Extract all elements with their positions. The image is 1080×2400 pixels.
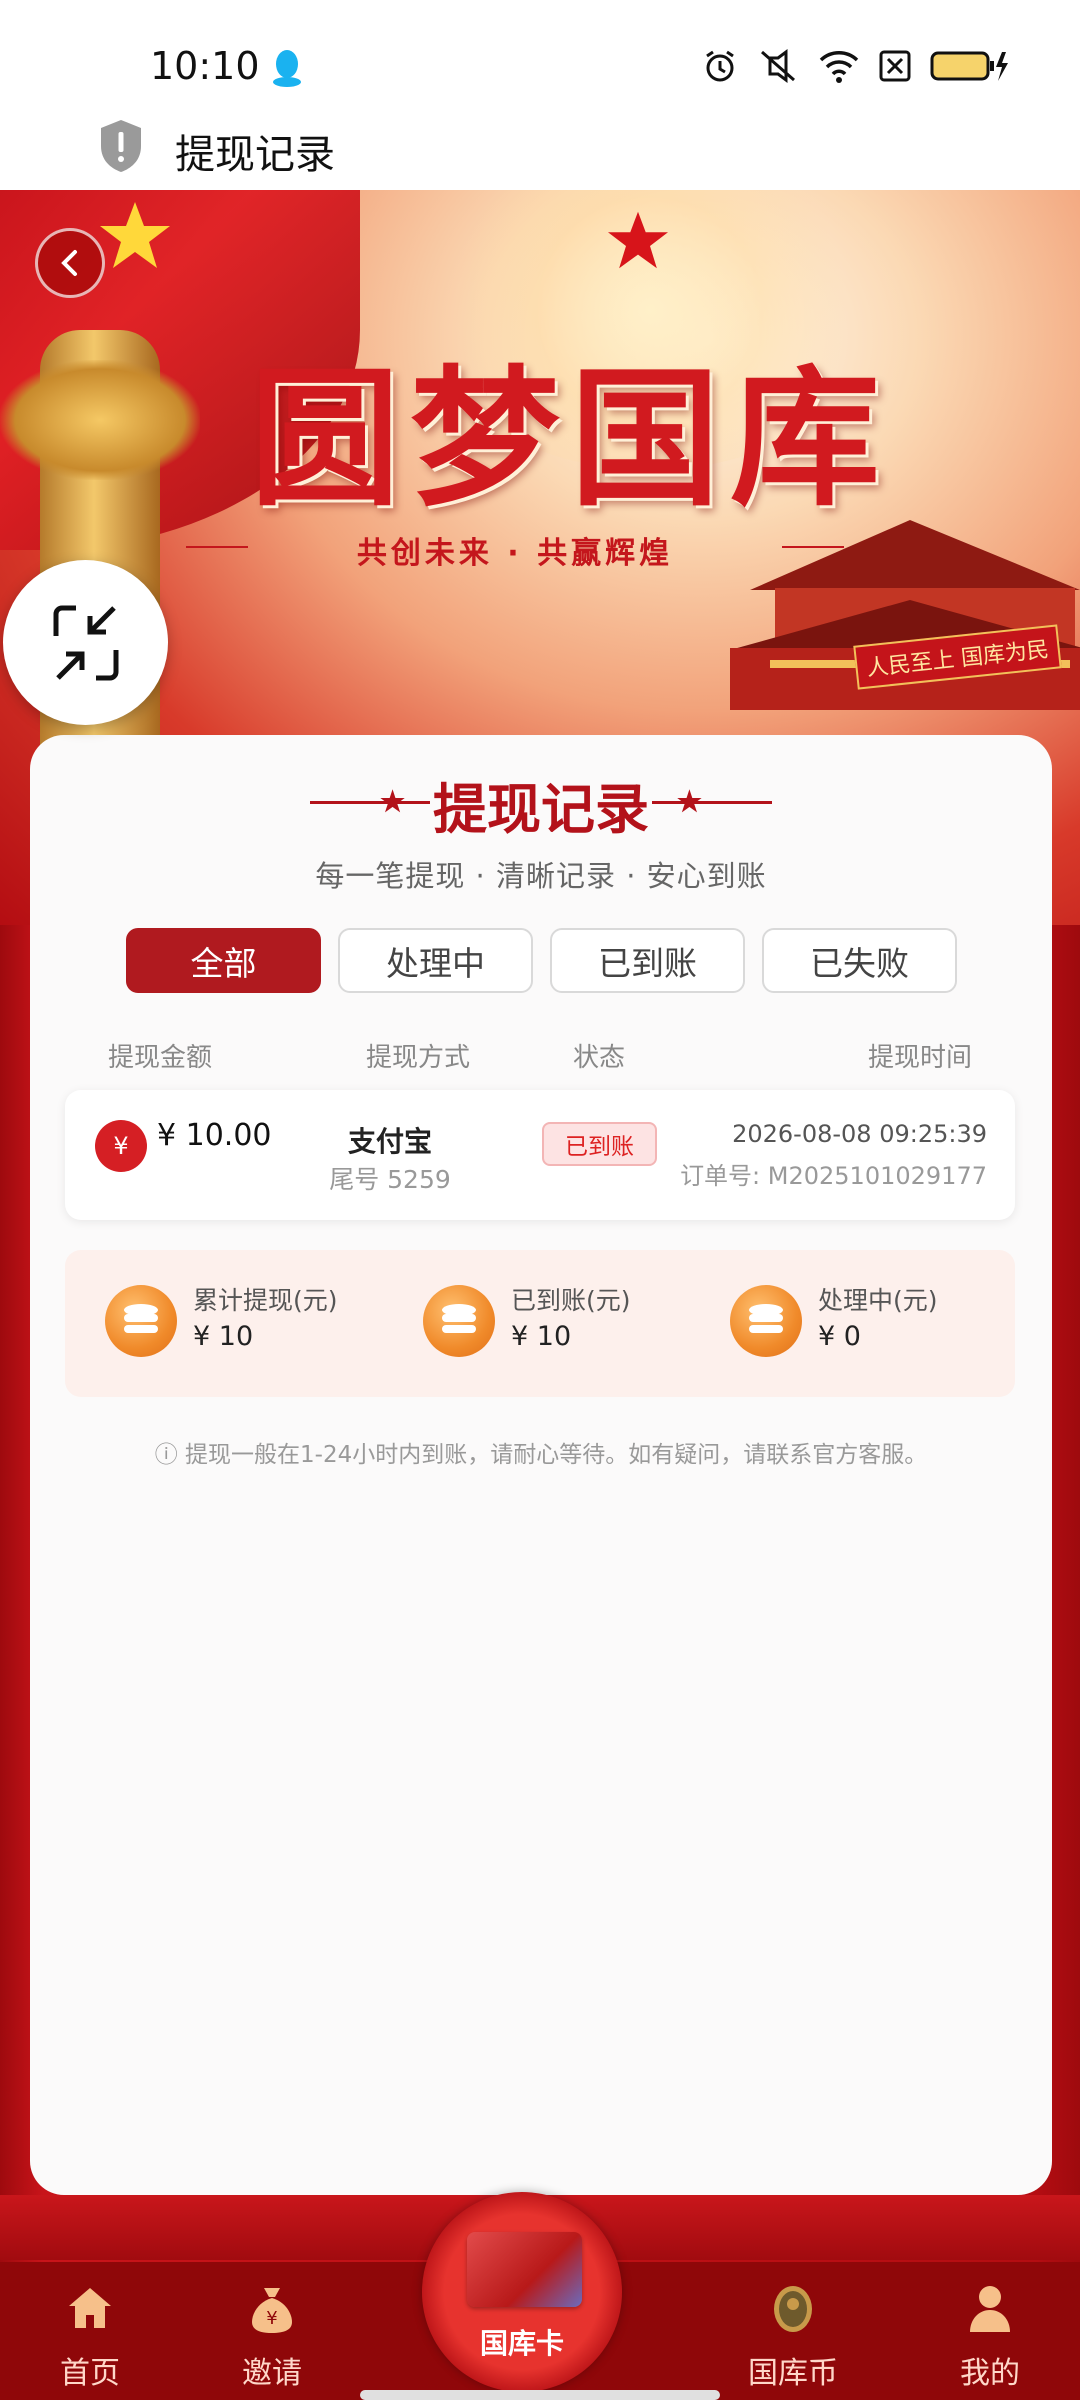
notice-text: ⓘ 提现一般在1-24小时内到账，请耐心等待。如有疑问，请联系官方客服。 bbox=[154, 1442, 928, 1468]
stat-processing-label: 处理中(元) bbox=[818, 1286, 938, 1315]
summary-stats: 累计提现(元) ¥ 10 已到账(元) ¥ 10 处理中(元) ¥ 0 bbox=[65, 1250, 1015, 1397]
title-line bbox=[652, 801, 772, 804]
nav-mine[interactable]: 我的 bbox=[915, 2262, 1065, 2400]
card-title-text: 提现记录 bbox=[433, 777, 649, 841]
yen-icon: ¥ bbox=[95, 1120, 147, 1172]
column-header-method: 提现方式 bbox=[366, 1043, 471, 1073]
mute-icon bbox=[761, 49, 795, 83]
star-icon bbox=[608, 211, 668, 269]
status-time: 10:10 bbox=[150, 44, 260, 88]
tab-all[interactable]: 全部 bbox=[126, 928, 321, 993]
shield-icon bbox=[101, 120, 141, 172]
record-account-tail: 尾号 5259 bbox=[329, 1165, 451, 1194]
stat-arrived-label: 已到账(元) bbox=[511, 1286, 631, 1315]
nav-coin-label: 国库币 bbox=[748, 2356, 838, 2391]
title-star-icon: ★ bbox=[380, 785, 406, 818]
record-method: 支付宝 bbox=[347, 1125, 432, 1158]
coin-stack-icon bbox=[730, 1285, 802, 1357]
column-header-time: 提现时间 bbox=[868, 1043, 973, 1073]
back-button[interactable] bbox=[35, 228, 105, 298]
pillar-ornament bbox=[0, 360, 200, 480]
battery-icon bbox=[930, 51, 1008, 81]
page-title: 提现记录 bbox=[175, 132, 335, 178]
title-line bbox=[310, 801, 430, 804]
status-icons bbox=[702, 46, 1010, 86]
stat-total-label: 累计提现(元) bbox=[193, 1286, 338, 1315]
title-bar: 提现记录 bbox=[0, 110, 1080, 190]
card-subtitle: 每一笔提现 · 清晰记录 · 安心到账 bbox=[315, 859, 767, 893]
stat-processing-value: ¥ 0 bbox=[818, 1321, 861, 1352]
nav-mine-label: 我的 bbox=[960, 2356, 1020, 2391]
coin-stack-icon bbox=[105, 1285, 177, 1357]
wifi-icon bbox=[819, 51, 859, 83]
nav-invite-label: 邀请 bbox=[242, 2356, 302, 2391]
card-title: ★ 提现记录 ★ bbox=[30, 765, 1052, 844]
stat-arrived-value: ¥ 10 bbox=[511, 1321, 572, 1352]
home-indicator[interactable] bbox=[360, 2390, 720, 2400]
coin-stack-icon bbox=[423, 1285, 495, 1357]
collapse-arrows-icon bbox=[53, 605, 118, 680]
nav-coin[interactable]: 国库币 bbox=[718, 2262, 868, 2400]
person-icon bbox=[970, 2286, 1010, 2332]
star-icon bbox=[100, 202, 170, 268]
minimize-button[interactable] bbox=[3, 560, 168, 725]
record-time: 2026-08-08 09:25:39 bbox=[732, 1120, 987, 1148]
nav-bank-card[interactable]: 国库卡 bbox=[422, 2192, 622, 2392]
status-bar: 10:10 bbox=[0, 0, 1080, 110]
chevron-left-icon bbox=[61, 250, 77, 276]
column-header-amount: 提现金额 bbox=[108, 1043, 213, 1073]
sim-off-icon bbox=[879, 50, 911, 82]
table-row[interactable]: ¥ ¥ 10.00 支付宝 尾号 5259 已到账 2026-08-08 09:… bbox=[65, 1090, 1015, 1220]
withdrawal-card: ★ 提现记录 ★ 每一笔提现 · 清晰记录 · 安心到账 全部 处理中 已到账 … bbox=[30, 735, 1052, 2195]
svg-text:¥: ¥ bbox=[266, 2308, 277, 2329]
coin-icon bbox=[774, 2286, 812, 2332]
tab-processing[interactable]: 处理中 bbox=[338, 928, 533, 993]
nav-home-label: 首页 bbox=[60, 2356, 120, 2391]
nav-bank-card-label: 国库卡 bbox=[479, 2327, 564, 2360]
banner-tagline: 共创未来 · 共赢辉煌 bbox=[186, 528, 844, 572]
banner-headline: 圆梦国库 bbox=[250, 351, 891, 527]
record-amount: ¥ 10.00 bbox=[157, 1118, 272, 1153]
stat-total-value: ¥ 10 bbox=[193, 1321, 254, 1352]
tab-arrived[interactable]: 已到账 bbox=[550, 928, 745, 993]
nav-home[interactable]: 首页 bbox=[15, 2262, 165, 2400]
filter-tabs: 全部 处理中 已到账 已失败 bbox=[126, 928, 957, 993]
nav-invite[interactable]: ¥ 邀请 bbox=[197, 2262, 347, 2400]
qq-icon bbox=[273, 50, 301, 87]
record-order-number: 订单号: M2025101029177 bbox=[680, 1162, 987, 1190]
money-bag-icon: ¥ bbox=[252, 2288, 292, 2333]
home-icon bbox=[69, 2288, 111, 2328]
alarm-icon bbox=[706, 50, 734, 82]
column-header-status: 状态 bbox=[573, 1043, 626, 1073]
status-badge: 已到账 bbox=[542, 1122, 657, 1166]
bank-card-icon bbox=[467, 2232, 582, 2307]
tab-failed[interactable]: 已失败 bbox=[762, 928, 957, 993]
